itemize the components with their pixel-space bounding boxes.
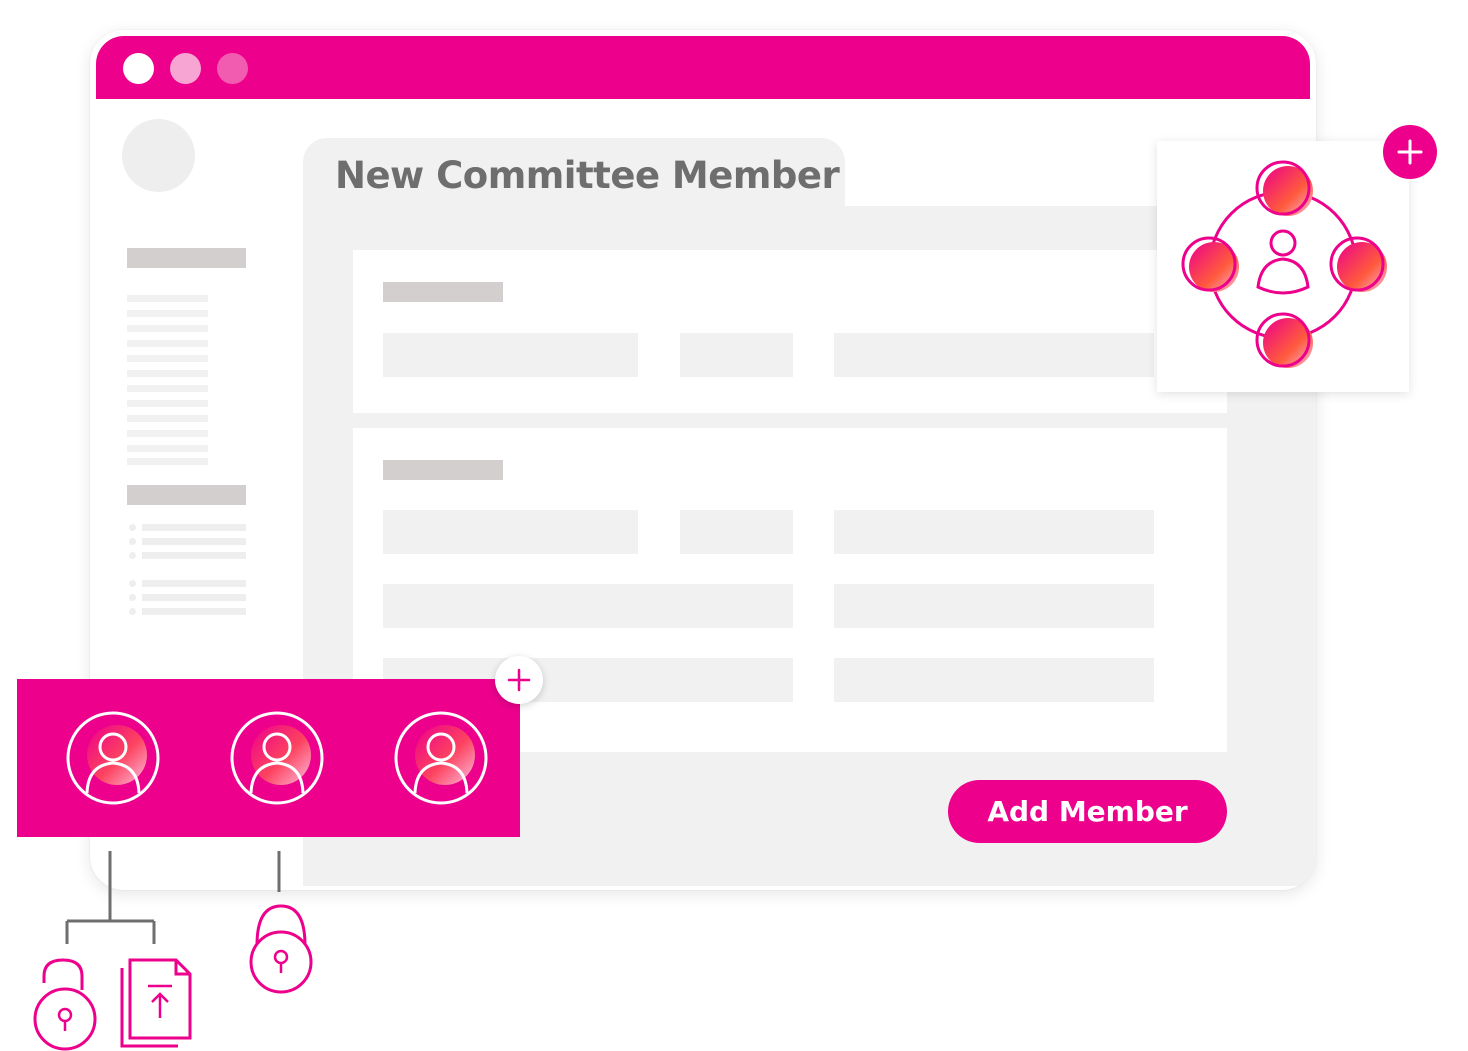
add-member-button[interactable]: Add Member: [948, 780, 1227, 843]
bullet-icon: [129, 608, 136, 615]
text-field[interactable]: [834, 333, 1154, 377]
form-section-1: [353, 250, 1227, 413]
sidebar-item[interactable]: [127, 340, 208, 347]
user-icon[interactable]: [230, 711, 324, 805]
sidebar-item[interactable]: [127, 400, 208, 407]
node-bottom: [1255, 312, 1313, 368]
members-strip: [17, 679, 520, 837]
sidebar-item[interactable]: [127, 295, 208, 302]
section-label: [383, 282, 503, 302]
bullet-icon: [129, 552, 136, 559]
sidebar-item[interactable]: [127, 458, 208, 465]
text-field[interactable]: [383, 510, 638, 554]
sidebar-bullet-item[interactable]: [142, 580, 246, 587]
sidebar-item[interactable]: [127, 430, 208, 437]
text-field[interactable]: [834, 658, 1154, 702]
text-field[interactable]: [680, 333, 793, 377]
sidebar-heading: [127, 248, 246, 268]
add-team-button[interactable]: [1383, 125, 1437, 179]
avatar[interactable]: [122, 119, 195, 192]
bullet-icon: [129, 580, 136, 587]
plus-icon: [1397, 139, 1423, 165]
text-field[interactable]: [383, 333, 638, 377]
text-field[interactable]: [834, 510, 1154, 554]
sidebar-item[interactable]: [127, 310, 208, 317]
sidebar-bullet-item[interactable]: [142, 594, 246, 601]
add-member-plus-button[interactable]: [495, 656, 543, 704]
sidebar-bullet-item[interactable]: [142, 538, 246, 545]
page-title: New Committee Member: [335, 154, 840, 197]
text-field[interactable]: [834, 584, 1154, 628]
sidebar-bullet-item[interactable]: [142, 524, 246, 531]
sidebar-item[interactable]: [127, 355, 208, 362]
user-icon[interactable]: [66, 711, 160, 805]
permissions-diagram: [33, 851, 313, 1051]
window-maximize-button[interactable]: [217, 53, 248, 84]
node-right: [1329, 236, 1387, 292]
sidebar-item[interactable]: [127, 325, 208, 332]
section-label: [383, 460, 503, 480]
node-top: [1255, 160, 1313, 216]
sidebar-item[interactable]: [127, 445, 208, 452]
document-upload-icon: [120, 958, 192, 1048]
window-close-button[interactable]: [123, 53, 154, 84]
sidebar-heading: [127, 485, 246, 505]
window-titlebar: [96, 36, 1310, 99]
sidebar-item[interactable]: [127, 370, 208, 377]
sidebar-bullet-item[interactable]: [142, 552, 246, 559]
team-card: [1157, 141, 1409, 392]
bullet-icon: [129, 524, 136, 531]
sidebar-item[interactable]: [127, 415, 208, 422]
node-left: [1181, 236, 1239, 292]
sidebar-item[interactable]: [127, 385, 208, 392]
window-minimize-button[interactable]: [170, 53, 201, 84]
sidebar-bullet-item[interactable]: [142, 608, 246, 615]
bullet-icon: [129, 538, 136, 545]
lock-icon: [249, 904, 313, 994]
unlock-icon: [33, 958, 97, 1051]
user-icon[interactable]: [394, 711, 488, 805]
team-network-icon: [1181, 160, 1387, 368]
plus-icon: [507, 668, 531, 692]
bullet-icon: [129, 594, 136, 601]
text-field[interactable]: [680, 510, 793, 554]
text-field[interactable]: [383, 584, 793, 628]
